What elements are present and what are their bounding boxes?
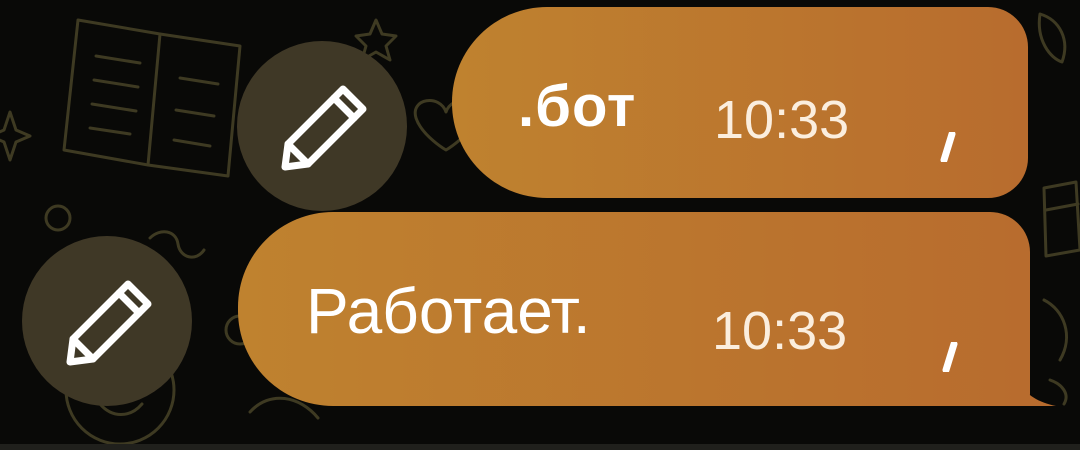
chat-view: .бот 10:33 Работает. 10:33 [0, 0, 1080, 450]
sending-clock-icon [940, 132, 956, 162]
message-time: 10:33 [714, 90, 850, 150]
pencil-icon [66, 280, 152, 366]
outgoing-message-bubble[interactable]: .бот 10:33 [452, 7, 1028, 198]
bottom-divider [0, 444, 1080, 450]
edit-message-button[interactable] [22, 236, 192, 406]
sending-clock-icon [942, 342, 958, 372]
message-time: 10:33 [712, 301, 848, 361]
outgoing-message-bubble[interactable]: Работает. 10:33 [238, 212, 1056, 406]
message-text: Работает. [306, 275, 591, 347]
edit-message-button[interactable] [237, 41, 407, 211]
message-text: .бот [518, 74, 637, 139]
bubble-tail [1016, 372, 1056, 406]
pencil-icon [281, 85, 367, 171]
